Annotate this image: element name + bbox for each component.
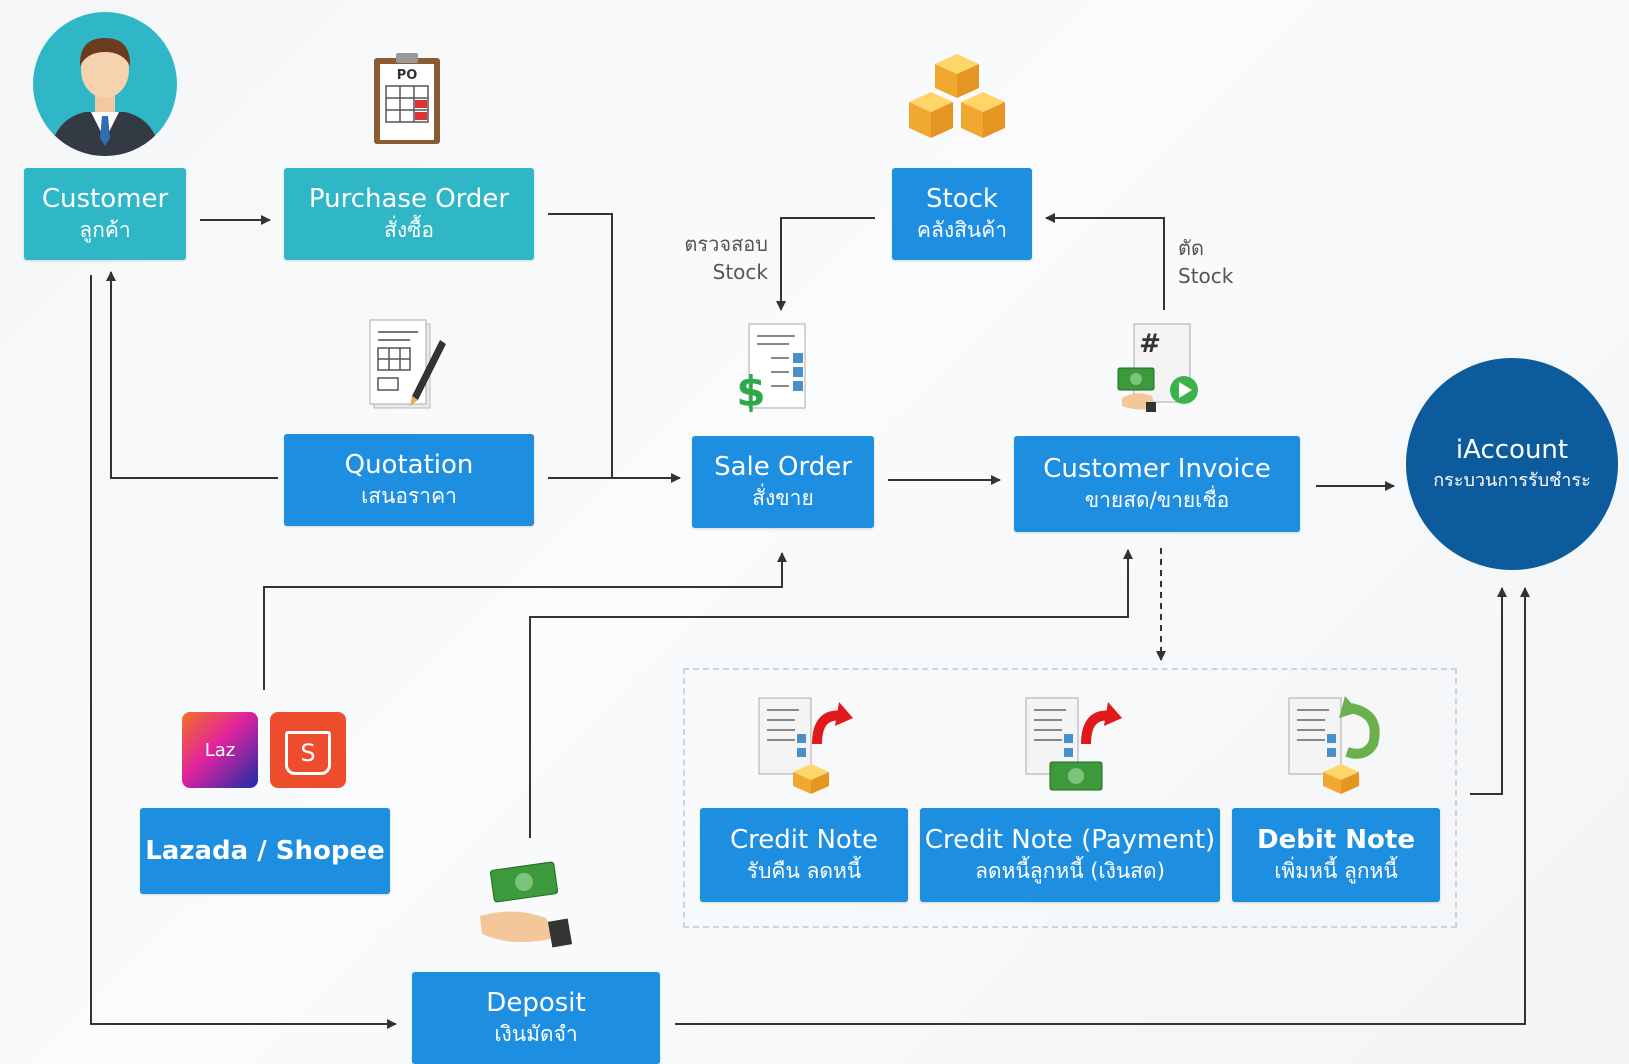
stock-subtitle: คลังสินค้า [916,218,1008,242]
sale-order-subtitle: สั่งขาย [752,486,814,510]
arrow-stock-to-sale-order [776,217,875,311]
customer-invoice-node: Customer Invoice ขายสด/ขายเชื่อ [1014,436,1300,532]
debit-note-icon [1288,696,1380,794]
credit-note-payment-title: Credit Note (Payment) [924,825,1216,855]
lazada-shopee-title: Lazada / Shopee [145,836,385,866]
iaccount-node: iAccount กระบวนการรับชำระ [1406,358,1618,570]
deposit-node: Deposit เงินมัดจำ [412,972,660,1064]
arrow-po-to-sale-order [548,213,613,478]
arrow-invoice-to-stock [1045,213,1165,310]
purchase-order-subtitle: สั่งซื้อ [384,218,434,242]
credit-note-payment-icon [1025,697,1122,791]
quotation-node: Quotation เสนอราคา [284,434,534,526]
credit-note-title: Credit Note [729,825,878,855]
shopee-logo-text: S [300,739,316,767]
shopee-logo-icon: S [270,712,346,788]
po-icon-text: PO [397,68,418,83]
invoice-document-icon: # [1117,323,1198,412]
lazada-logo-icon: Laz [182,712,258,788]
check-stock-line2: Stock [712,260,768,284]
svg-text:$: $ [736,367,765,414]
customer-invoice-subtitle: ขายสด/ขายเชื่อ [1084,488,1230,512]
iaccount-subtitle: กระบวนการรับชำระ [1433,470,1591,491]
credit-note-payment-subtitle: ลดหนี้ลูกหนี้ (เงินสด) [975,859,1165,883]
hash-icon: # [1139,329,1161,359]
credit-note-payment-node: Credit Note (Payment) ลดหนี้ลูกหนี้ (เงิ… [920,808,1220,902]
arrow-customer-to-deposit [90,275,397,1029]
customer-title: Customer [41,184,169,214]
stock-title: Stock [926,184,998,214]
quotation-subtitle: เสนอราคา [361,484,457,508]
debit-note-node: Debit Note เพิ่มหนี้ ลูกหนี้ [1232,808,1440,902]
customer-avatar-icon [33,12,177,156]
lazada-logo-text: Laz [204,739,236,761]
debit-note-subtitle: เพิ่มหนี้ ลูกหนี้ [1274,859,1398,883]
purchase-order-title: Purchase Order [308,184,510,214]
cut-stock-note: ตัด Stock [1178,234,1258,290]
iaccount-title: iAccount [1455,435,1569,465]
check-stock-line1: ตรวจสอบ [684,232,768,256]
purchase-order-node: Purchase Order สั่งซื้อ [284,168,534,260]
deposit-money-hand-icon [480,861,573,948]
credit-note-return-icon [758,697,853,794]
sale-order-dollar-document-icon: $ [736,323,806,414]
lazada-shopee-node: Lazada / Shopee [140,808,390,894]
sale-order-title: Sale Order [714,452,852,482]
purchase-order-clipboard-icon: PO [374,53,440,144]
quotation-document-icon [369,319,446,409]
deposit-title: Deposit [486,988,586,1018]
debit-note-title: Debit Note [1257,825,1415,855]
deposit-subtitle: เงินมัดจำ [494,1022,578,1046]
cut-stock-line1: ตัด [1178,236,1204,260]
credit-note-subtitle: รับคืน ลดหนี้ [746,859,862,883]
arrow-quotation-to-customer [106,271,278,479]
stock-boxes-icon [909,54,1005,138]
arrow-notes-to-iaccount [1470,587,1507,795]
quotation-title: Quotation [344,450,474,480]
customer-subtitle: ลูกค้า [79,218,131,242]
credit-note-node: Credit Note รับคืน ลดหนี้ [700,808,908,902]
stock-node: Stock คลังสินค้า [892,168,1032,260]
customer-node: Customer ลูกค้า [24,168,186,260]
cut-stock-line2: Stock [1178,264,1234,288]
sale-order-node: Sale Order สั่งขาย [692,436,874,528]
customer-invoice-title: Customer Invoice [1043,454,1271,484]
check-stock-note: ตรวจสอบ Stock [672,230,768,286]
